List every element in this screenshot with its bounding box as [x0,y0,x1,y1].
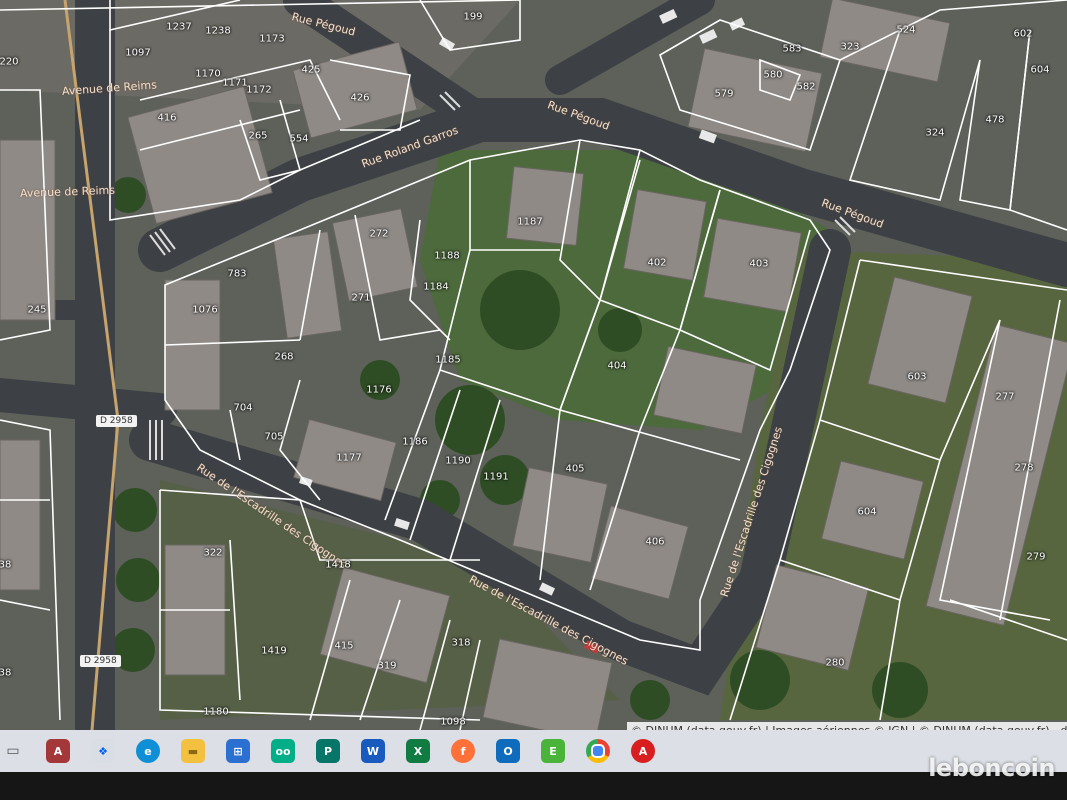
parcel-label[interactable]: 604 [857,507,876,518]
parcel-label[interactable]: 415 [334,641,353,652]
acrobat-app-icon[interactable]: A [631,739,655,763]
parcel-label[interactable]: 265 [248,131,267,142]
parcel-label[interactable]: 1237 [166,22,191,33]
parcel-label[interactable]: 1172 [246,85,271,96]
parcel-label[interactable]: 278 [1014,463,1033,474]
parcel-label[interactable]: 1190 [445,456,470,467]
parcel-label[interactable]: 322 [203,548,222,559]
parcel-label[interactable]: 406 [645,537,664,548]
parcel-label[interactable]: 220 [0,57,19,68]
parcel-label[interactable]: 1186 [402,437,427,448]
parcel-label[interactable]: 1173 [259,34,284,45]
parcel-label[interactable]: 323 [840,42,859,53]
evernote-app-icon[interactable]: E [541,739,565,763]
parcel-label[interactable]: 199 [463,12,482,23]
leboncoin-watermark: leboncoin [928,754,1055,782]
parcel-label[interactable]: 38 [0,560,11,571]
parcel-label[interactable]: 318 [451,638,470,649]
parcel-label[interactable]: 1238 [205,26,230,37]
parcel-label[interactable]: 604 [1030,65,1049,76]
parcel-label[interactable]: 426 [350,93,369,104]
parcel-label[interactable]: 783 [227,269,246,280]
parcel-label[interactable]: 1185 [435,355,460,366]
parcel-label[interactable]: 603 [907,372,926,383]
parcel-label[interactable]: 277 [995,392,1014,403]
road-number-badge: D 2958 [80,655,121,667]
parcel-label[interactable]: 1076 [192,305,217,316]
aerial-cadastral-map[interactable]: Rue Pégoud Rue Pégoud Rue Pégoud Rue Rol… [0,0,1067,730]
parcel-label[interactable]: 1176 [366,385,391,396]
excel-app-icon[interactable]: X [406,739,430,763]
parcel-label[interactable]: 324 [925,128,944,139]
parcel-label[interactable]: 554 [289,134,308,145]
word-app-icon[interactable]: W [361,739,385,763]
parcel-label[interactable]: 705 [264,432,283,443]
parcel-label[interactable]: 1188 [434,251,459,262]
taskbar-left-edge-icon[interactable]: ▭ [4,741,22,761]
parcel-label[interactable]: 1098 [440,717,465,728]
parcel-label[interactable]: 704 [233,403,252,414]
parcel-label[interactable]: 268 [274,352,293,363]
parcel-label[interactable]: 403 [749,259,768,270]
tripadvisor-app-icon[interactable]: oo [271,739,295,763]
parcel-label[interactable]: 1177 [336,453,361,464]
outlook-app-icon[interactable]: O [496,739,520,763]
dropbox-app-icon[interactable]: ❖ [91,739,115,763]
map-imagery [0,0,1067,730]
parcel-label[interactable]: 404 [607,361,626,372]
chrome-app-icon[interactable] [586,739,610,763]
parcel-label[interactable]: 580 [763,70,782,81]
parcel-label[interactable]: 272 [369,229,388,240]
windows-taskbar: ▭ A ❖ e ▬ ⊞ oo P W X f O E A [0,730,1067,772]
parcel-label[interactable]: 245 [27,305,46,316]
parcel-label[interactable]: 1170 [195,69,220,80]
monitor-bezel [0,772,1067,800]
parcel-label[interactable]: 38 [0,668,11,679]
parcel-label[interactable]: 405 [565,464,584,475]
parcel-label[interactable]: 1187 [517,217,542,228]
parcel-label[interactable]: 425 [301,65,320,76]
parcel-label[interactable]: 602 [1013,29,1032,40]
parcel-label[interactable]: 1418 [325,560,350,571]
parcel-label[interactable]: 416 [157,113,176,124]
parcel-label[interactable]: 271 [351,293,370,304]
store-app-icon[interactable]: ⊞ [226,739,250,763]
road-number-badge: D 2958 [96,415,137,427]
parcel-label[interactable]: 402 [647,258,666,269]
file-explorer-app-icon[interactable]: ▬ [181,739,205,763]
parcel-label[interactable]: 524 [896,25,915,36]
parcel-label[interactable]: 1180 [203,707,228,718]
parcel-label[interactable]: 579 [714,89,733,100]
parcel-label[interactable]: 582 [796,82,815,93]
parcel-label[interactable]: 1191 [483,472,508,483]
parcel-label[interactable]: 478 [985,115,1004,126]
publisher-app-icon[interactable]: P [316,739,340,763]
firefox-app-icon[interactable]: f [451,739,475,763]
access-app-icon[interactable]: A [46,739,70,763]
parcel-label[interactable]: 1184 [423,282,448,293]
edge-app-icon[interactable]: e [136,739,160,763]
parcel-label[interactable]: 583 [782,44,801,55]
parcel-label[interactable]: 1171 [222,78,247,89]
parcel-label[interactable]: 1097 [125,48,150,59]
parcel-label[interactable]: 280 [825,658,844,669]
parcel-label[interactable]: 319 [377,661,396,672]
parcel-label[interactable]: 279 [1026,552,1045,563]
parcel-label[interactable]: 1419 [261,646,286,657]
